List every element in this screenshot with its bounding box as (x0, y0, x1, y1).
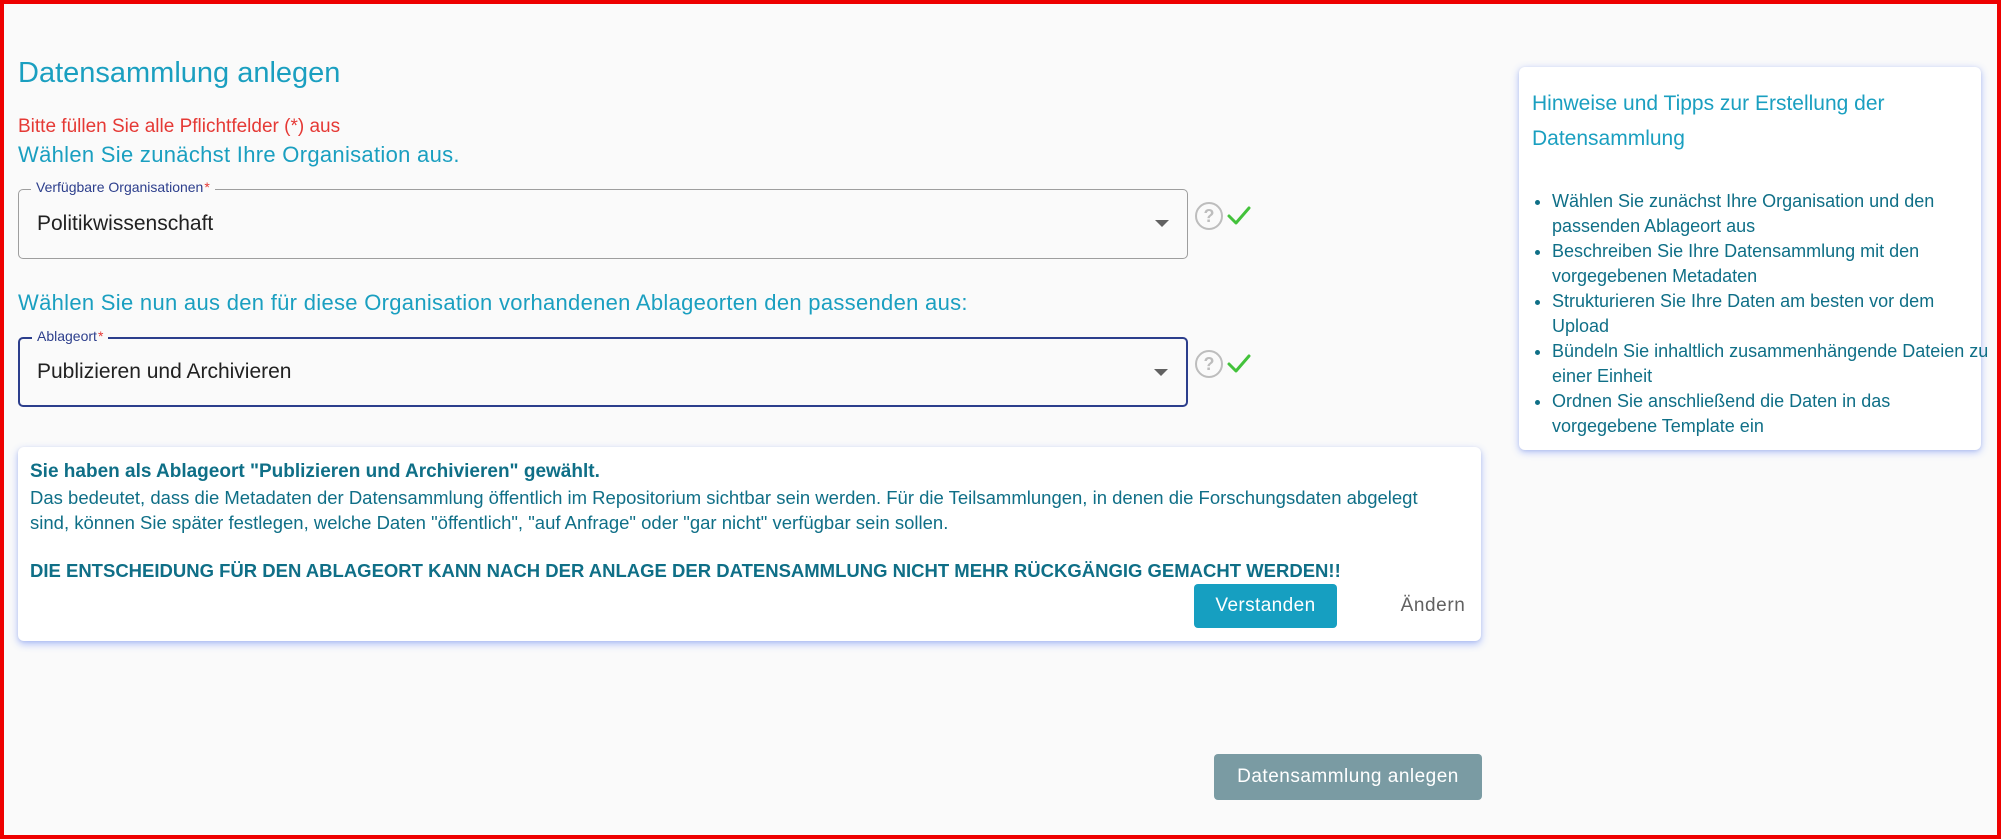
organisation-select-label: Verfügbare Organisationen* (31, 179, 215, 195)
check-icon (1227, 206, 1251, 225)
organisation-select-value: Politikwissenschaft (37, 212, 214, 235)
chevron-down-icon (1154, 369, 1168, 376)
tips-card: Hinweise und Tipps zur Erstellung der Da… (1519, 67, 1988, 450)
page-title: Datensammlung anlegen (18, 57, 341, 89)
info-card-headline: Sie haben als Ablageort "Publizieren und… (30, 461, 600, 482)
storage-location-select[interactable]: Ablageort* Publizieren und Archivieren (18, 328, 1188, 407)
info-card-body: Das bedeutet, dass die Metadaten der Dat… (30, 487, 1418, 533)
check-icon (1227, 354, 1251, 373)
create-collection-button[interactable]: Datensammlung anlegen (1214, 754, 1482, 800)
tips-title: Hinweise und Tipps zur Erstellung der Da… (1532, 92, 1885, 150)
tips-list-item: Beschreiben Sie Ihre Datensammlung mit d… (1552, 239, 1992, 289)
change-button[interactable]: Ändern (1368, 584, 1498, 628)
help-circle-icon[interactable]: ? (1195, 350, 1223, 378)
tips-list-item: Ordnen Sie anschließend die Daten in das… (1552, 389, 1992, 439)
step-1-instruction: Wählen Sie zunächst Ihre Organisation au… (18, 142, 460, 167)
info-card-warning: DIE ENTSCHEIDUNG FÜR DEN ABLAGEORT KANN … (30, 560, 1341, 581)
step-2-instruction: Wählen Sie nun aus den für diese Organis… (18, 290, 968, 315)
required-fields-hint: Bitte füllen Sie alle Pflichtfelder (*) … (18, 116, 341, 137)
organisation-select[interactable]: Verfügbare Organisationen* Politikwissen… (18, 179, 1188, 259)
tips-list-item: Strukturieren Sie Ihre Daten am besten v… (1552, 289, 1992, 339)
tips-list: Wählen Sie zunächst Ihre Organisation un… (1532, 189, 1992, 439)
tips-list-item: Wählen Sie zunächst Ihre Organisation un… (1552, 189, 1992, 239)
confirm-button[interactable]: Verstanden (1194, 584, 1337, 628)
help-circle-icon[interactable]: ? (1195, 202, 1223, 230)
storage-location-select-value: Publizieren und Archivieren (37, 360, 292, 383)
tips-list-item: Bündeln Sie inhaltlich zusammenhängende … (1552, 339, 1992, 389)
storage-location-select-label: Ablageort* (32, 328, 109, 344)
storage-location-info-card: Sie haben als Ablageort "Publizieren und… (18, 447, 1481, 641)
chevron-down-icon (1155, 220, 1169, 227)
